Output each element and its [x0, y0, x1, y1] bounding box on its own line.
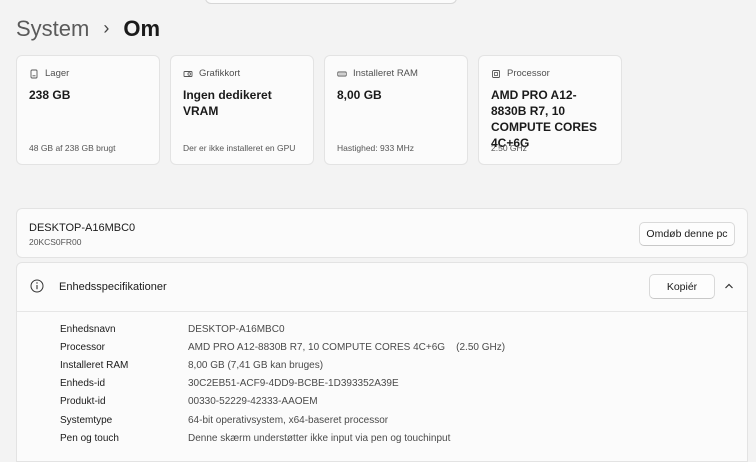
- breadcrumb-system[interactable]: System: [16, 16, 89, 42]
- card-subtext: 2.50 GHz: [491, 143, 527, 153]
- page-title: Om: [123, 16, 161, 41]
- top-bar-edge: [205, 0, 457, 4]
- card-graphics: Grafikkort Ingen dedikeret VRAM Der er i…: [170, 55, 314, 165]
- card-processor: Processor AMD PRO A12-8830B R7, 10 COMPU…: [478, 55, 622, 165]
- spec-row: Systemtype 64-bit operativsystem, x64-bas…: [60, 411, 505, 429]
- card-subtext: Der er ikke installeret en GPU: [183, 143, 296, 153]
- spec-row: Processor AMD PRO A12-8830B R7, 10 COMPUT…: [60, 338, 505, 356]
- breadcrumb: System › Om: [16, 16, 160, 42]
- spec-label: Processor: [60, 341, 106, 353]
- card-title: Installeret RAM: [353, 68, 418, 79]
- card-value: 8,00 GB: [337, 88, 382, 102]
- chevron-right-icon: ›: [103, 17, 110, 38]
- spec-value: 00330-52229-42333-AAOEM: [188, 396, 318, 408]
- specs-title: Enhedsspecifikationer: [59, 281, 167, 293]
- card-title: Lager: [45, 68, 70, 79]
- card-subtext: Hastighed: 933 MHz: [337, 143, 415, 153]
- device-specifications-panel: Enhedsspecifikationer Kopiér Enhedsnavn D…: [16, 262, 748, 462]
- storage-icon: [30, 69, 38, 78]
- spec-value: AMD PRO A12-8830B R7, 10 COMPUTE CORES 4…: [188, 341, 506, 353]
- spec-value: 8,00 GB (7,41 GB kan bruges): [188, 359, 324, 371]
- card-ram: Installeret RAM 8,00 GB Hastighed: 933 M…: [324, 55, 468, 165]
- spec-row: Pen og touch Denne skærm understøtter ikk…: [60, 429, 505, 447]
- specs-header[interactable]: Enhedsspecifikationer Kopiér: [17, 263, 747, 312]
- card-storage: Lager 238 GB 48 GB af 238 GB brugt: [16, 55, 160, 165]
- spec-row: Installeret RAM 8,00 GB (7,41 GB kan brug…: [60, 356, 505, 374]
- spec-label: Systemtype: [60, 414, 113, 426]
- card-subtext: 48 GB af 238 GB brugt: [29, 143, 116, 153]
- card-value: AMD PRO A12-8830B R7, 10 COMPUTE CORES 4…: [491, 88, 598, 150]
- card-value: 238 GB: [29, 88, 71, 102]
- spec-label: Enhedsnavn: [60, 323, 116, 335]
- spec-row: Enhedsnavn DESKTOP-A16MBC0: [60, 320, 505, 338]
- card-title: Grafikkort: [199, 68, 241, 79]
- card-title: Processor: [507, 68, 550, 79]
- spec-label: Enheds-id: [60, 378, 106, 390]
- graphics-card-icon: [183, 70, 193, 77]
- spec-label: Installeret RAM: [60, 359, 129, 371]
- spec-list: Enhedsnavn DESKTOP-A16MBC0 Processor AMD P…: [60, 320, 505, 447]
- device-model: 20KCS0FR00: [29, 237, 82, 247]
- spec-row: Produkt-id 00330-52229-42333-AAOEM: [60, 393, 505, 411]
- spec-label: Produkt-id: [60, 396, 106, 408]
- spec-value: 30C2EB51-ACF9-4DD9-BCBE-1D393352A39E: [188, 378, 399, 390]
- ram-icon: [337, 71, 347, 76]
- rename-pc-button[interactable]: Omdøb denne pc: [639, 222, 735, 246]
- spec-value: DESKTOP-A16MBC0: [188, 323, 285, 335]
- device-name: DESKTOP-A16MBC0: [29, 222, 136, 234]
- spec-row: Enheds-id 30C2EB51-ACF9-4DD9-BCBE-1D39335…: [60, 375, 505, 393]
- spec-label: Pen og touch: [60, 432, 119, 444]
- processor-icon: [492, 69, 500, 78]
- info-icon: [30, 279, 44, 293]
- copy-button[interactable]: Kopiér: [649, 274, 715, 299]
- spec-value: Denne skærm understøtter ikke input via …: [188, 432, 451, 444]
- spec-value: 64-bit operativsystem, x64-baseret proce…: [188, 414, 389, 426]
- summary-cards: Lager 238 GB 48 GB af 238 GB brugt Grafi…: [16, 55, 622, 165]
- device-name-row: DESKTOP-A16MBC0 20KCS0FR00 Omdøb denne p…: [16, 208, 748, 258]
- chevron-up-icon[interactable]: [723, 280, 735, 292]
- card-value: Ingen dedikeret VRAM: [183, 88, 272, 118]
